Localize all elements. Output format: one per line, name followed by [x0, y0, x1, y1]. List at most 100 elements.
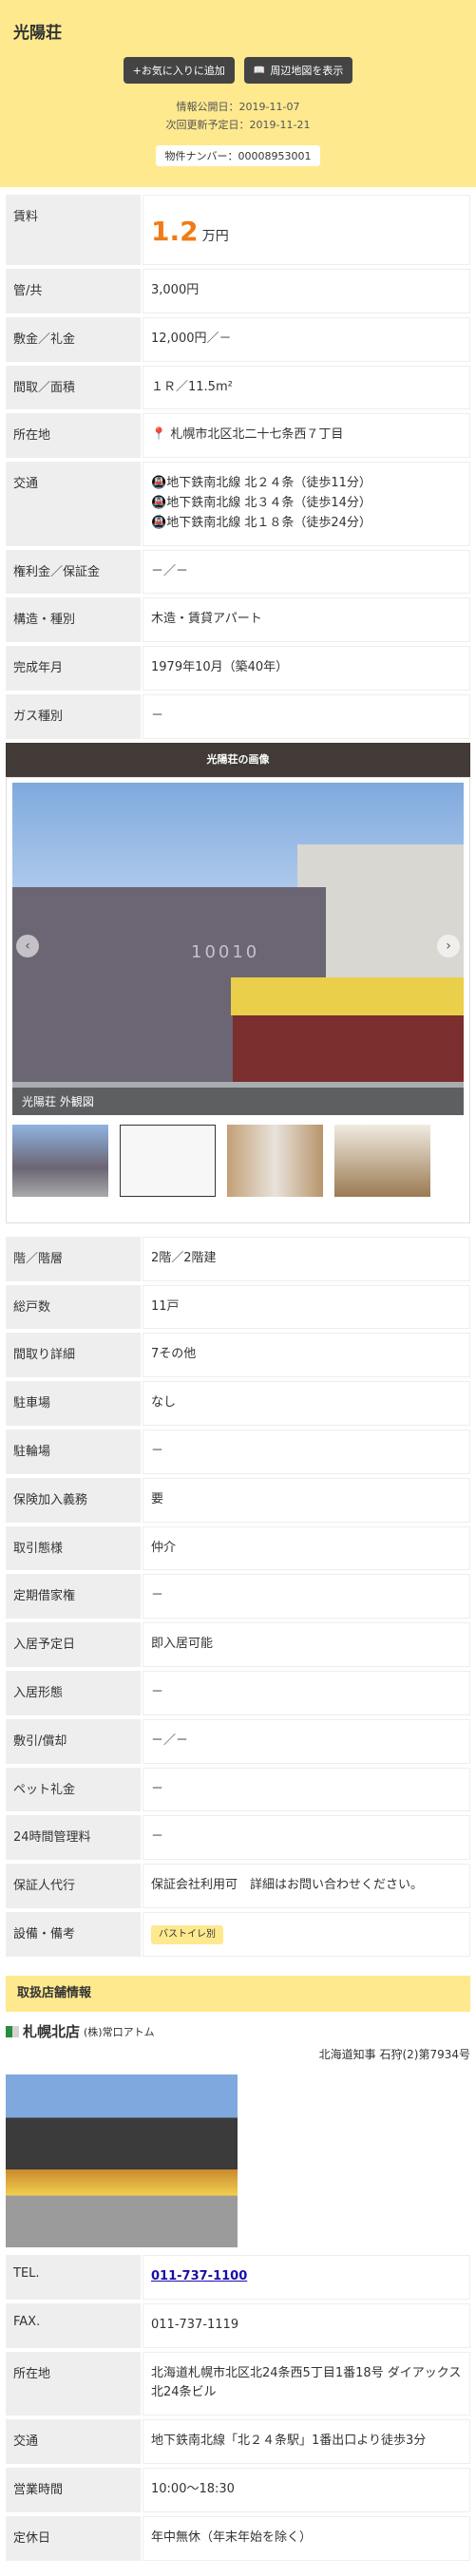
show-map-button[interactable]: 📖 周辺地図を表示: [243, 57, 353, 84]
detail-value: なし: [143, 1381, 470, 1426]
detail-row: 保険加入義務要: [6, 1477, 470, 1523]
thumbnail-room[interactable]: [334, 1124, 430, 1197]
train-icon: 🚇: [151, 476, 167, 491]
shop-name[interactable]: 札幌北店: [23, 2021, 80, 2041]
detail-row: 入居形態－: [6, 1670, 470, 1715]
detail-row-rent: 賃料 1.2 万円: [6, 195, 470, 265]
shop-row: 所在地 北海道札幌市北区北24条西5丁目1番18号 ダイアックス北24条ビル: [6, 2351, 470, 2416]
shop-name-row: 札幌北店 (株)常口アトム: [6, 2021, 470, 2042]
shop-label: FAX.: [6, 2302, 141, 2348]
detail-label: 管/共: [6, 269, 141, 313]
detail-row: 定期借家権－: [6, 1574, 470, 1619]
detail-label: 間取／面積: [6, 365, 141, 410]
detail-row: 間取／面積 １Ｒ／11.5m²: [6, 365, 470, 410]
detail-row: ペット礼金－: [6, 1767, 470, 1812]
detail-row: 設備・備考 バストイレ別: [6, 1911, 470, 1957]
next-image-arrow[interactable]: ›: [437, 934, 460, 957]
image-gallery: 10010 ‹ › 光陽荘 外観図: [6, 776, 470, 1223]
detail-label: 取引態様: [6, 1525, 141, 1571]
page-header: 光陽荘 +お気に入りに追加 📖 周辺地図を表示 情報公開日：2019-11-07…: [0, 0, 476, 187]
detail-value: －／－: [143, 1718, 470, 1764]
thumbnail-strip: [12, 1124, 464, 1197]
company-name: (株)常口アトム: [84, 2025, 155, 2038]
detail-value: 保証会社利用可 詳細はお問い合わせください。: [143, 1864, 470, 1908]
detail-row: 入居予定日 即入居可能: [6, 1622, 470, 1667]
detail-value: －: [143, 1429, 470, 1474]
shop-value: 年中無休（年末年始を除く）: [143, 2515, 470, 2561]
detail-value: 木造・賃貸アパート: [143, 597, 470, 643]
tel-link[interactable]: 011-737-1100: [151, 2269, 247, 2283]
shop-label: 交通: [6, 2419, 141, 2464]
detail-value: －: [143, 1815, 470, 1861]
shop-value: 011-737-1119: [143, 2302, 470, 2348]
thumbnail-exterior[interactable]: [12, 1124, 108, 1197]
train-icon: 🚇: [151, 515, 167, 530]
detail-value: －: [143, 693, 470, 739]
detail-label: 定期借家権: [6, 1574, 141, 1619]
detail-value: 仲介: [143, 1525, 470, 1571]
shop-logo-icon: [6, 2025, 19, 2037]
page-title: 光陽荘: [13, 24, 62, 43]
prev-image-arrow[interactable]: ‹: [16, 934, 39, 957]
map-pin-icon: 📍: [151, 427, 167, 443]
detail-label: 敷引/償却: [6, 1718, 141, 1764]
shop-label: 営業時間: [6, 2467, 141, 2512]
book-icon: 📖: [253, 65, 266, 76]
detail-value: 2階／2階建: [143, 1236, 470, 1281]
thumbnail-floorplan[interactable]: [120, 1124, 216, 1197]
detail-value: －／－: [143, 549, 470, 595]
detail-label: 敷金／礼金: [6, 316, 141, 362]
detail-value: 即入居可能: [143, 1622, 470, 1667]
detail-label: 完成年月: [6, 646, 141, 691]
detail-value: 11戸: [143, 1284, 470, 1330]
detail-label: 保証人代行: [6, 1864, 141, 1908]
detail-row: 権利金／保証金 －／－: [6, 549, 470, 595]
detail-row: 管/共 3,000円: [6, 269, 470, 313]
detail-row: 階／階層 2階／2階建: [6, 1236, 470, 1281]
published-date: 情報公開日：2019-11-07: [176, 101, 300, 113]
details-table-2: 階／階層 2階／2階建 総戸数 11戸 間取り詳細 7その他 駐車場 なし 駐輪場－ 保…: [6, 1236, 470, 1957]
date-info: 情報公開日：2019-11-07 次回更新予定日：2019-11-21: [0, 98, 476, 134]
detail-row: 保証人代行 保証会社利用可 詳細はお問い合わせください。: [6, 1864, 470, 1908]
detail-value: 3,000円: [143, 269, 470, 313]
detail-label: 総戸数: [6, 1284, 141, 1330]
detail-row: 24時間管理料－: [6, 1815, 470, 1861]
detail-row: 敷金／礼金 12,000円／－: [6, 316, 470, 362]
shop-table: TEL. 011-737-1100 FAX. 011-737-1119 所在地 北海道…: [6, 2254, 470, 2561]
detail-value: １Ｒ／11.5m²: [143, 365, 470, 410]
add-favorite-button[interactable]: +お気に入りに追加: [123, 57, 235, 84]
detail-row: 敷引/償却 －／－: [6, 1718, 470, 1764]
shop-value: 10:00〜18:30: [143, 2467, 470, 2512]
detail-label: ガス種別: [6, 693, 141, 739]
shop-value: 北海道札幌市北区北24条西5丁目1番18号 ダイアックス北24条ビル: [143, 2351, 470, 2416]
shop-photo: [6, 2074, 238, 2247]
detail-value: 7その他: [143, 1333, 470, 1378]
detail-row: 取引態様 仲介: [6, 1525, 470, 1571]
watermark: 10010: [191, 941, 260, 962]
detail-value: －: [143, 1670, 470, 1715]
main-photo[interactable]: 10010 ‹ › 光陽荘 外観図: [12, 782, 464, 1115]
detail-row: 間取り詳細 7その他: [6, 1333, 470, 1378]
detail-label: 賃料: [6, 195, 141, 265]
awning-photo-part: [231, 976, 464, 1015]
detail-row: 総戸数 11戸: [6, 1284, 470, 1330]
detail-row: 駐輪場－: [6, 1429, 470, 1474]
shop-row: 交通 地下鉄南北線「北２４条駅」1番出口より徒歩3分: [6, 2419, 470, 2464]
shop-row: FAX. 011-737-1119: [6, 2302, 470, 2348]
detail-label: 所在地: [6, 413, 141, 459]
detail-label: 入居形態: [6, 1670, 141, 1715]
shop-value: 地下鉄南北線「北２４条駅」1番出口より徒歩3分: [143, 2419, 470, 2464]
detail-row-access: 交通 🚇地下鉄南北線 北２４条（徒歩11分） 🚇地下鉄南北線 北３４条（徒歩14…: [6, 462, 470, 546]
detail-row: 所在地 📍 札幌市北区北二十七条西７丁目: [6, 413, 470, 459]
detail-value: －: [143, 1574, 470, 1619]
access-text: 地下鉄南北線 北３４条（徒歩14分）: [166, 495, 371, 510]
detail-row: ガス種別 －: [6, 693, 470, 739]
detail-value: 要: [143, 1477, 470, 1523]
train-icon: 🚇: [151, 495, 167, 510]
shop-label: 所在地: [6, 2351, 141, 2416]
shop-row: 営業時間 10:00〜18:30: [6, 2467, 470, 2512]
access-text: 地下鉄南北線 北１８条（徒歩24分）: [166, 515, 371, 530]
thumbnail-kitchen[interactable]: [227, 1124, 323, 1197]
rent-value: 1.2: [151, 216, 199, 247]
detail-label: 駐輪場: [6, 1429, 141, 1474]
